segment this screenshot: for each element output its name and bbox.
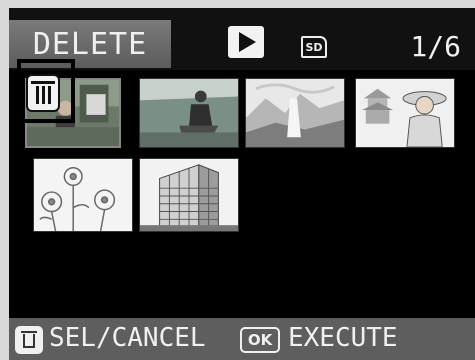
play-icon	[228, 26, 264, 58]
top-bar: DELETE SD 1/6	[9, 8, 475, 70]
ok-button-icon: OK	[240, 327, 280, 353]
thumbnail-woman-hat[interactable]	[355, 78, 455, 148]
sel-cancel-label: SEL/CANCEL	[49, 323, 206, 353]
bottom-bar: SEL/CANCEL OK EXECUTE	[9, 318, 475, 360]
camera-screen: DELETE SD 1/6 SEL/CANCEL OK EXECUTE	[0, 0, 475, 360]
thumbnail-building[interactable]	[139, 158, 239, 232]
thumbnail-flowers[interactable]	[33, 158, 133, 232]
thumbnail-grid	[9, 59, 475, 318]
trash-icon	[28, 76, 58, 110]
execute-label: EXECUTE	[288, 323, 398, 353]
thumbnail-person-lake[interactable]	[139, 78, 239, 148]
image-counter: 1/6	[410, 30, 461, 63]
thumbnail-waterfall[interactable]	[245, 78, 345, 148]
sd-card-icon: SD	[301, 36, 327, 58]
trash-button-icon	[15, 326, 43, 354]
lcd-display: DELETE SD 1/6 SEL/CANCEL OK EXECUTE	[9, 8, 475, 360]
